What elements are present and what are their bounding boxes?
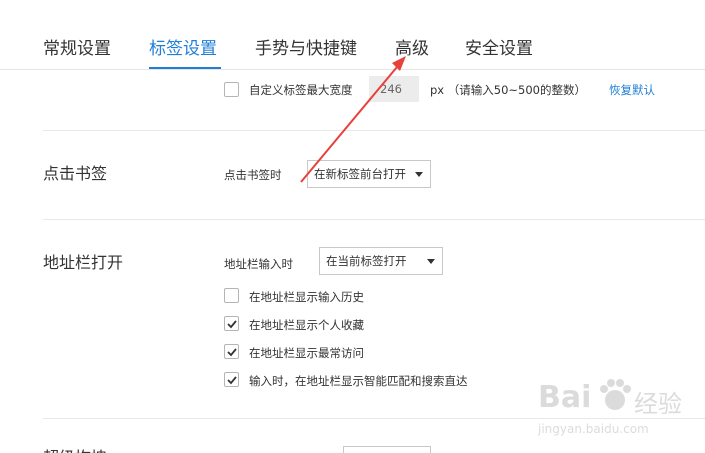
baidu-jingyan-watermark: Bai 经验 jingyan.baidu.com — [538, 372, 698, 442]
watermark-brand-suffix: 经验 — [634, 390, 682, 418]
watermark-brand: Bai — [538, 380, 592, 415]
paw-icon — [600, 379, 631, 410]
watermark-url: jingyan.baidu.com — [538, 422, 649, 436]
